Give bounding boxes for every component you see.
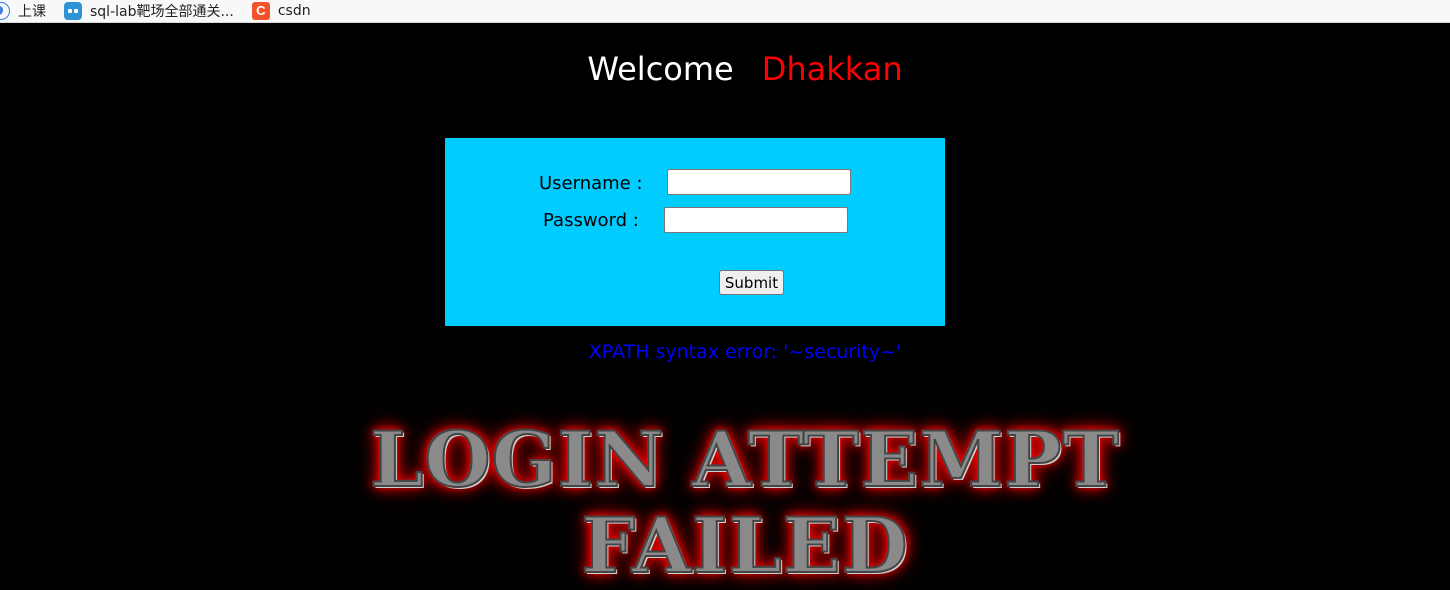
globe-icon (0, 2, 10, 20)
welcome-word: Welcome (587, 50, 734, 88)
bookmark-label: csdn (277, 3, 311, 19)
bookmark-label: sql-lab靶场全部通关... (90, 4, 234, 20)
password-input[interactable] (664, 207, 848, 233)
bookmark-sql-lab[interactable]: sql-lab靶场全部通关... (64, 0, 234, 22)
password-label: Password : (543, 210, 639, 231)
error-message: XPATH syntax error: '~security~' (588, 341, 902, 363)
username-input[interactable] (667, 169, 851, 195)
welcome-heading: Welcome Dhakkan (0, 50, 1450, 88)
submit-button[interactable]: Submit (719, 270, 784, 295)
csdn-icon: C (251, 2, 270, 20)
login-form: Username : Password : Submit (445, 138, 945, 326)
page-body: Welcome Dhakkan Username : Password : Sub… (0, 23, 1450, 589)
bookmark-csdn[interactable]: C csdn (251, 0, 311, 22)
banner-line-1: LOGIN ATTEMPT (369, 415, 1120, 504)
robot-icon (64, 2, 82, 20)
username-label: Username : (539, 173, 643, 194)
banner-line-2: FAILED (580, 501, 909, 590)
bookmark-shangke[interactable]: 上课 (0, 0, 46, 22)
bookmark-label: 上课 (18, 4, 46, 20)
login-failed-banner: LOGIN ATTEMPT FAILED (0, 415, 1450, 590)
bookmarks-bar: 上课 sql-lab靶场全部通关... C csdn (0, 0, 1450, 23)
welcome-name: Dhakkan (761, 50, 903, 88)
